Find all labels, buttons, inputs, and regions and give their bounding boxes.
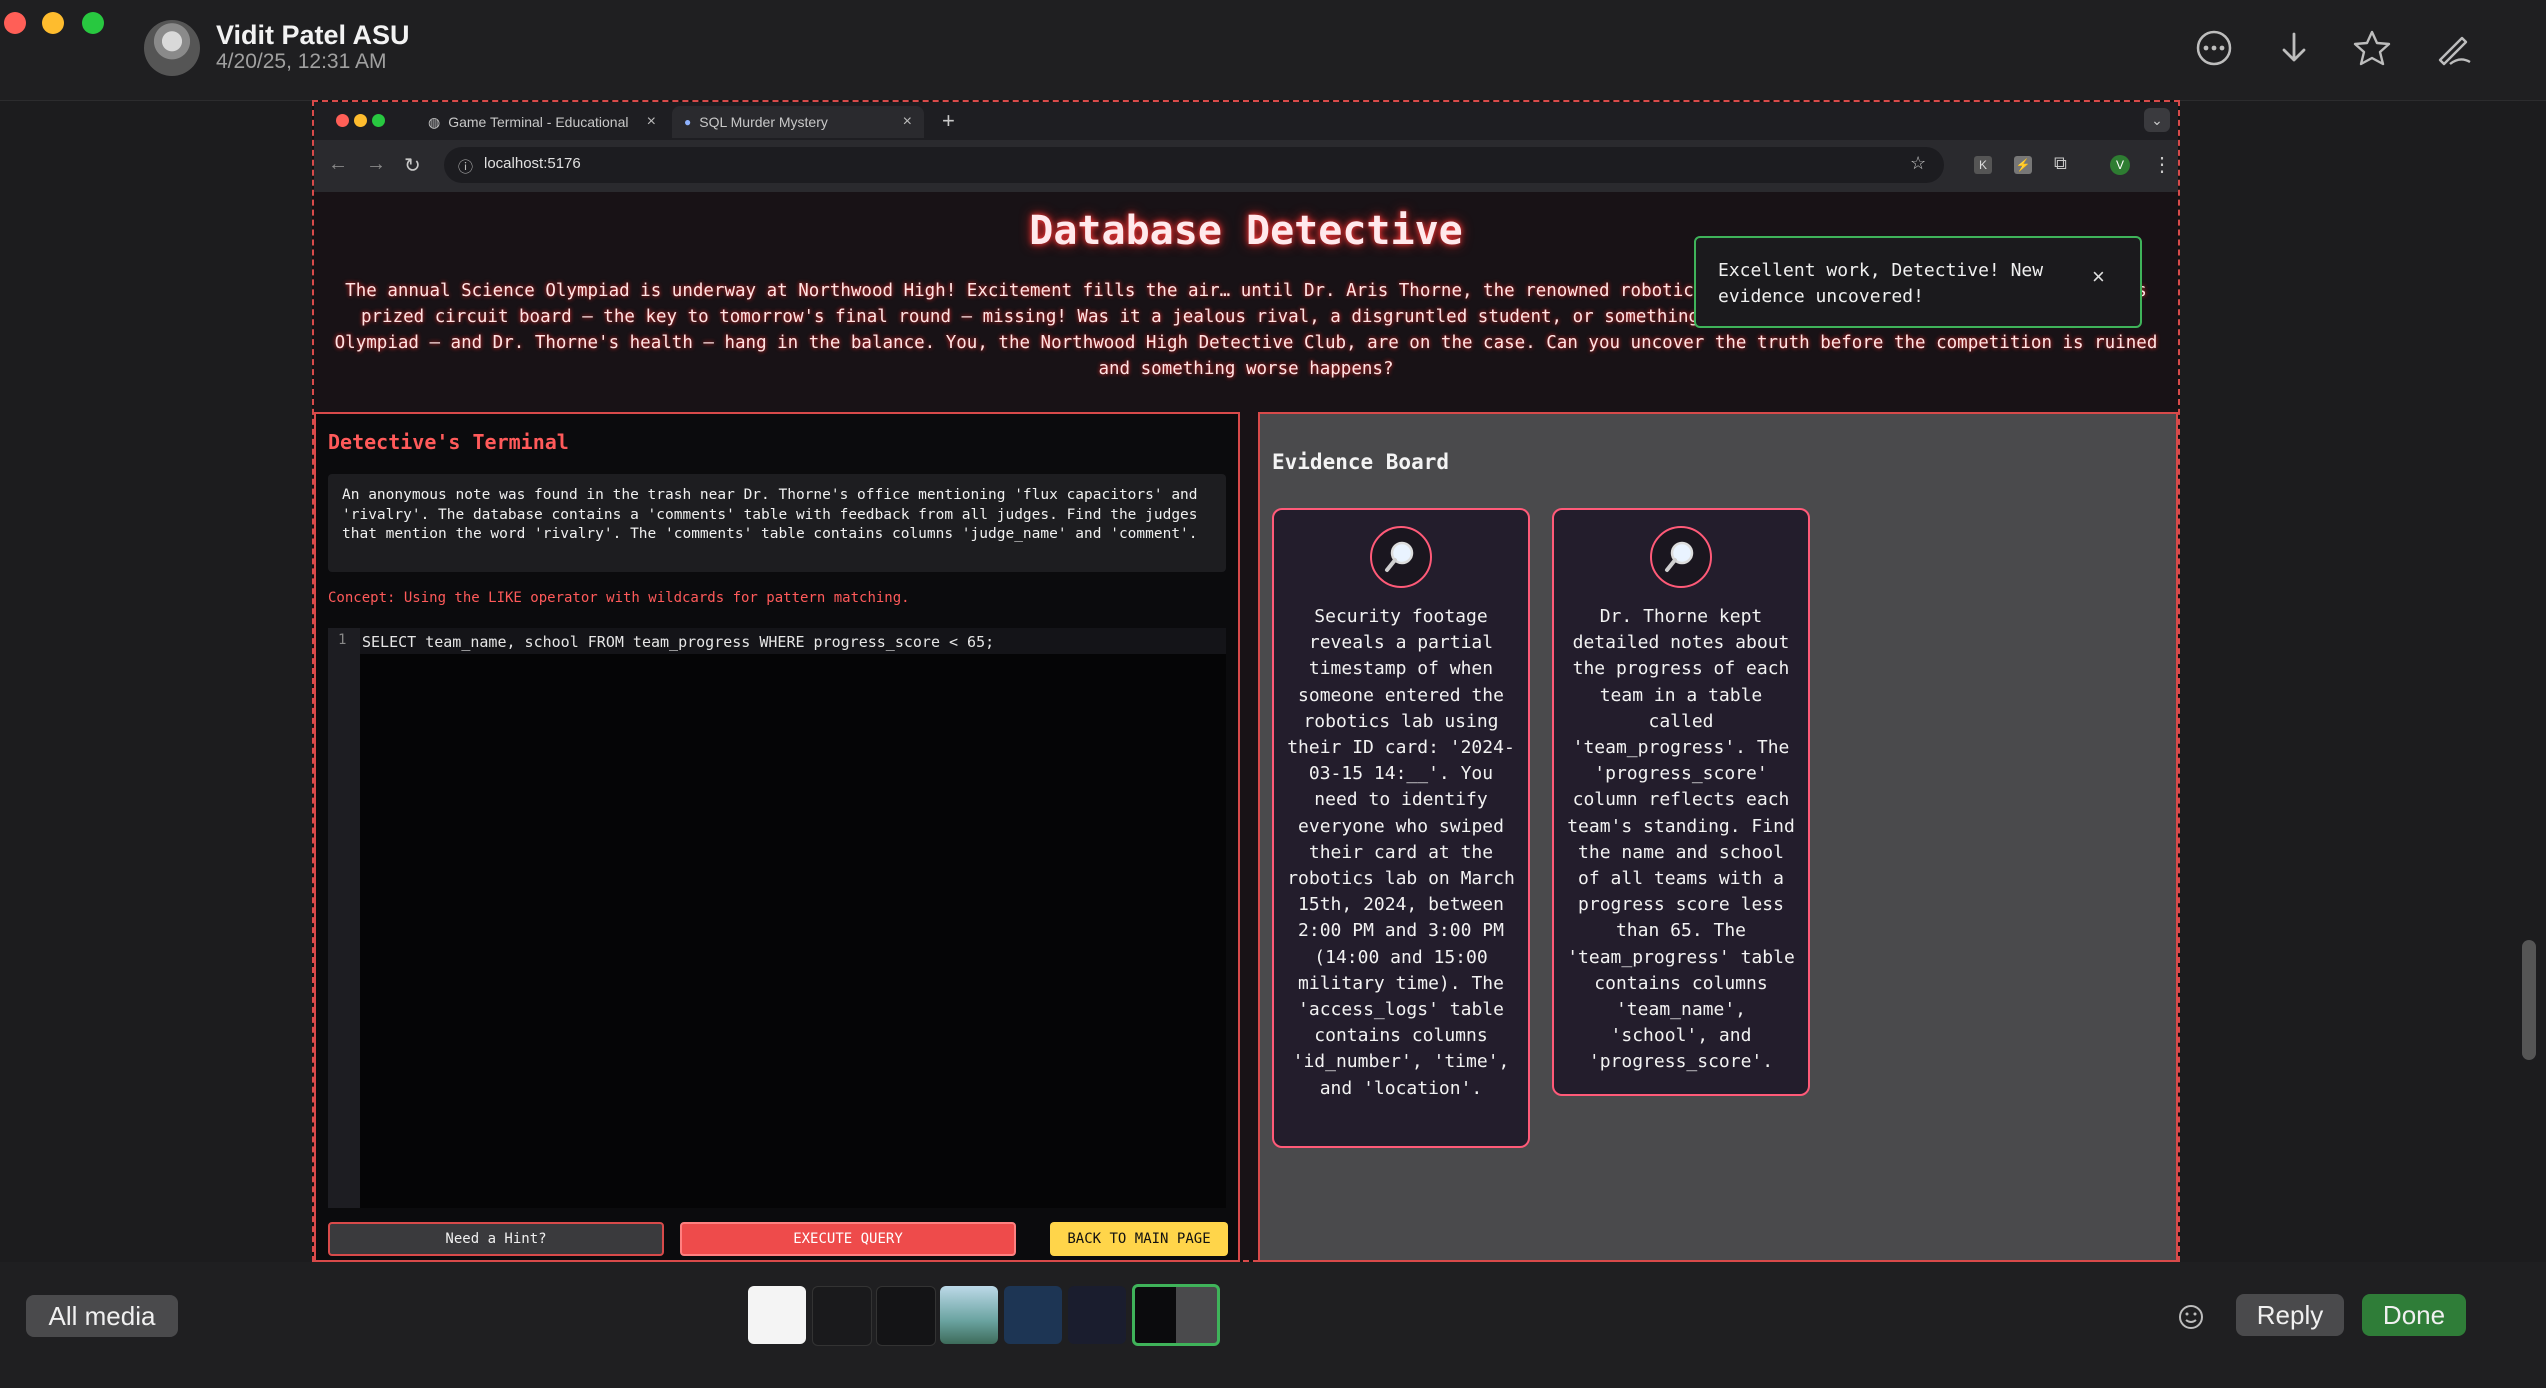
detective-terminal: Detective's Terminal An anonymous note w…: [314, 412, 1240, 1262]
line-number: 1: [338, 632, 347, 648]
evidence-text: Dr. Thorne kept detailed notes about the…: [1567, 606, 1795, 1073]
more-icon[interactable]: [2192, 26, 2236, 70]
evidence-board: Evidence Board Security footage reveals …: [1258, 412, 2178, 1262]
tab-label: Game Terminal - Educational: [448, 114, 629, 130]
globe-icon: ◍: [428, 113, 441, 130]
media-thumbnail[interactable]: [876, 1286, 936, 1346]
execute-query-button[interactable]: EXECUTE QUERY: [680, 1222, 1016, 1256]
media-thumbnail[interactable]: [1004, 1286, 1062, 1344]
url-field[interactable]: ⓘ localhost:5176 ☆: [444, 147, 1944, 183]
zoom-window-button[interactable]: [82, 12, 104, 34]
hint-button[interactable]: Need a Hint?: [328, 1222, 664, 1256]
sql-query-text[interactable]: SELECT team_name, school FROM team_progr…: [362, 633, 994, 651]
emoji-reaction-icon[interactable]: [2176, 1302, 2206, 1332]
media-thumbnail-selected[interactable]: [1132, 1284, 1220, 1346]
browser-window: ◍ Game Terminal - Educational × ● SQL Mu…: [312, 100, 2180, 1262]
evidence-board-title: Evidence Board: [1272, 450, 1450, 474]
close-tab-icon[interactable]: ×: [647, 113, 656, 131]
back-to-main-button[interactable]: BACK TO MAIN PAGE: [1050, 1222, 1228, 1256]
success-toast: Excellent work, Detective! New evidence …: [1694, 236, 2142, 328]
minimize-window-button[interactable]: [42, 12, 64, 34]
bookmark-star-icon[interactable]: ☆: [1910, 153, 1926, 174]
concept-note: Concept: Using the LIKE operator with wi…: [328, 590, 910, 606]
media-thumbnail[interactable]: [940, 1286, 998, 1344]
star-icon[interactable]: [2350, 26, 2394, 70]
done-button[interactable]: Done: [2362, 1294, 2466, 1336]
terminal-title: Detective's Terminal: [328, 430, 569, 454]
viewer-footer: All media Reply Done: [0, 1262, 2546, 1388]
new-tab-button[interactable]: +: [942, 108, 955, 134]
forward-icon[interactable]: →: [366, 153, 386, 176]
close-icon[interactable]: ×: [2092, 264, 2105, 290]
extension-k-icon[interactable]: K: [1974, 156, 1992, 174]
evidence-text: Security footage reveals a partial times…: [1287, 606, 1515, 1099]
viewer-scrollbar[interactable]: [2522, 940, 2536, 1060]
back-icon[interactable]: ←: [328, 153, 348, 176]
toast-message: Excellent work, Detective! New evidence …: [1718, 260, 2044, 307]
browser-minimize-button[interactable]: [354, 114, 367, 127]
magnifier-icon: [1650, 526, 1712, 588]
tab-search-icon[interactable]: ⌄: [2144, 108, 2170, 132]
browser-close-button[interactable]: [336, 114, 349, 127]
web-page: Database Detective The annual Science Ol…: [314, 192, 2178, 1262]
media-thumbnail[interactable]: [748, 1286, 806, 1344]
close-tab-icon[interactable]: ×: [903, 113, 912, 131]
extensions-puzzle-icon[interactable]: ⧉: [2054, 153, 2067, 174]
reply-button[interactable]: Reply: [2236, 1294, 2344, 1336]
tab-game-terminal[interactable]: ◍ Game Terminal - Educational ×: [416, 106, 668, 138]
sender-name: Vidit Patel ASU: [216, 20, 410, 50]
avatar: [144, 20, 200, 76]
media-thumbnail[interactable]: [1068, 1286, 1126, 1344]
page-favicon-icon: ●: [684, 115, 692, 129]
download-icon[interactable]: [2272, 26, 2316, 70]
url-text: localhost:5176: [484, 155, 581, 172]
evidence-card[interactable]: Dr. Thorne kept detailed notes about the…: [1552, 508, 1810, 1096]
reload-icon[interactable]: ↻: [404, 153, 421, 178]
tab-strip: ◍ Game Terminal - Educational × ● SQL Mu…: [314, 102, 2178, 140]
sql-editor[interactable]: 1 SELECT team_name, school FROM team_pro…: [328, 628, 1226, 1208]
profile-avatar[interactable]: V: [2110, 155, 2130, 175]
address-bar: ← → ↻ ⓘ localhost:5176 ☆ K ⚡ ⧉ V ⋮: [314, 140, 2178, 192]
menu-kebab-icon[interactable]: ⋮: [2152, 152, 2172, 177]
line-gutter: 1: [328, 628, 360, 1208]
markup-icon[interactable]: [2432, 26, 2476, 70]
magnifier-icon: [1370, 526, 1432, 588]
all-media-button[interactable]: All media: [26, 1295, 178, 1337]
sent-time: 4/20/25, 12:31 AM: [216, 50, 387, 73]
evidence-card[interactable]: Security footage reveals a partial times…: [1272, 508, 1530, 1148]
media-thumbnail[interactable]: [812, 1286, 872, 1346]
browser-zoom-button[interactable]: [372, 114, 385, 127]
tab-label: SQL Murder Mystery: [699, 114, 828, 130]
extension-icon[interactable]: ⚡: [2014, 156, 2032, 174]
case-description: An anonymous note was found in the trash…: [328, 474, 1226, 572]
viewer-header: Vidit Patel ASU 4/20/25, 12:31 AM: [0, 0, 2546, 101]
tab-sql-murder-mystery[interactable]: ● SQL Murder Mystery ×: [672, 106, 924, 138]
active-code-line[interactable]: SELECT team_name, school FROM team_progr…: [360, 628, 1226, 654]
site-info-icon[interactable]: ⓘ: [458, 156, 473, 177]
close-window-button[interactable]: [4, 12, 26, 34]
